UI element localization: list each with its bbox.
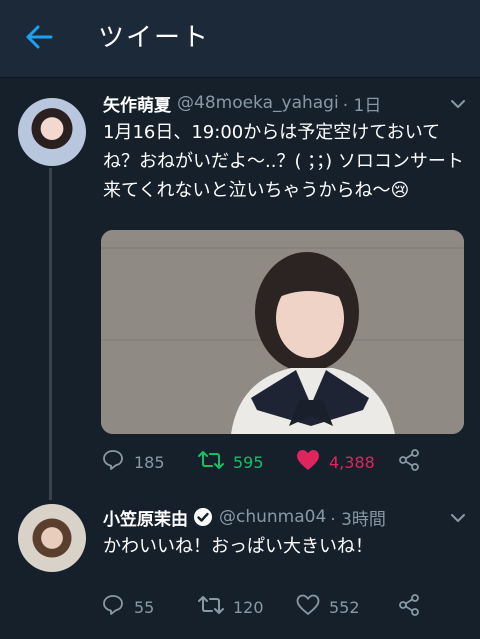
tweet-actions: 55 120 552	[101, 594, 431, 620]
like-count: 4,388	[329, 452, 375, 472]
tweet-actions: 185 595 4,388	[101, 449, 431, 475]
user-handle[interactable]: @48moeka_yahagi	[177, 93, 339, 113]
reply-button[interactable]: 185	[101, 449, 165, 475]
top-bar: ツイート	[0, 0, 480, 78]
thread-line	[49, 168, 52, 500]
display-name[interactable]: 小笠原茉由	[103, 505, 188, 530]
avatar[interactable]	[18, 504, 86, 572]
tweet-text: 1月16日、19:00からは予定空けておいてね？おねがいだよ〜..？( ；；) …	[103, 122, 464, 201]
tweet-media-image[interactable]	[101, 230, 464, 434]
like-button[interactable]: 552	[296, 594, 360, 620]
retweet-icon	[198, 593, 224, 621]
chevron-down-icon	[451, 508, 465, 527]
like-button[interactable]: 4,388	[296, 449, 375, 475]
retweet-count: 120	[233, 597, 264, 617]
reply-count: 55	[134, 597, 155, 617]
tweet-author-row: 矢作萌夏 @48moeka_yahagi · 1日	[103, 91, 382, 116]
more-options-button[interactable]	[448, 93, 468, 113]
verified-badge-icon	[193, 507, 213, 527]
tweet-text: かわいいね！おっぱい大きいね！	[103, 536, 373, 557]
timestamp[interactable]: · 1日	[343, 91, 382, 116]
share-icon	[397, 593, 421, 621]
timestamp[interactable]: · 3時間	[330, 505, 386, 530]
like-count: 552	[329, 597, 360, 617]
avatar[interactable]	[18, 98, 86, 166]
heart-icon	[296, 449, 320, 475]
user-handle[interactable]: @chunma04	[219, 507, 326, 527]
arrow-left-icon	[25, 25, 53, 53]
reply-button[interactable]: 55	[101, 594, 154, 620]
reply-icon	[101, 593, 125, 621]
retweet-button[interactable]: 120	[198, 594, 264, 620]
share-icon	[397, 448, 421, 476]
reply-icon	[101, 448, 125, 476]
retweet-icon	[198, 448, 224, 476]
share-button[interactable]	[397, 594, 421, 620]
display-name[interactable]: 矢作萌夏	[103, 91, 171, 116]
share-button[interactable]	[397, 449, 421, 475]
reply-author-row: 小笠原茉由 @chunma04 · 3時間	[103, 505, 386, 530]
retweet-count: 595	[233, 452, 264, 472]
retweet-button[interactable]: 595	[198, 449, 264, 475]
reply-count: 185	[134, 452, 165, 472]
page-title: ツイート	[98, 23, 211, 53]
more-options-button[interactable]	[448, 507, 468, 527]
chevron-down-icon	[451, 94, 465, 113]
back-button[interactable]	[24, 24, 54, 54]
heart-icon	[296, 594, 320, 620]
